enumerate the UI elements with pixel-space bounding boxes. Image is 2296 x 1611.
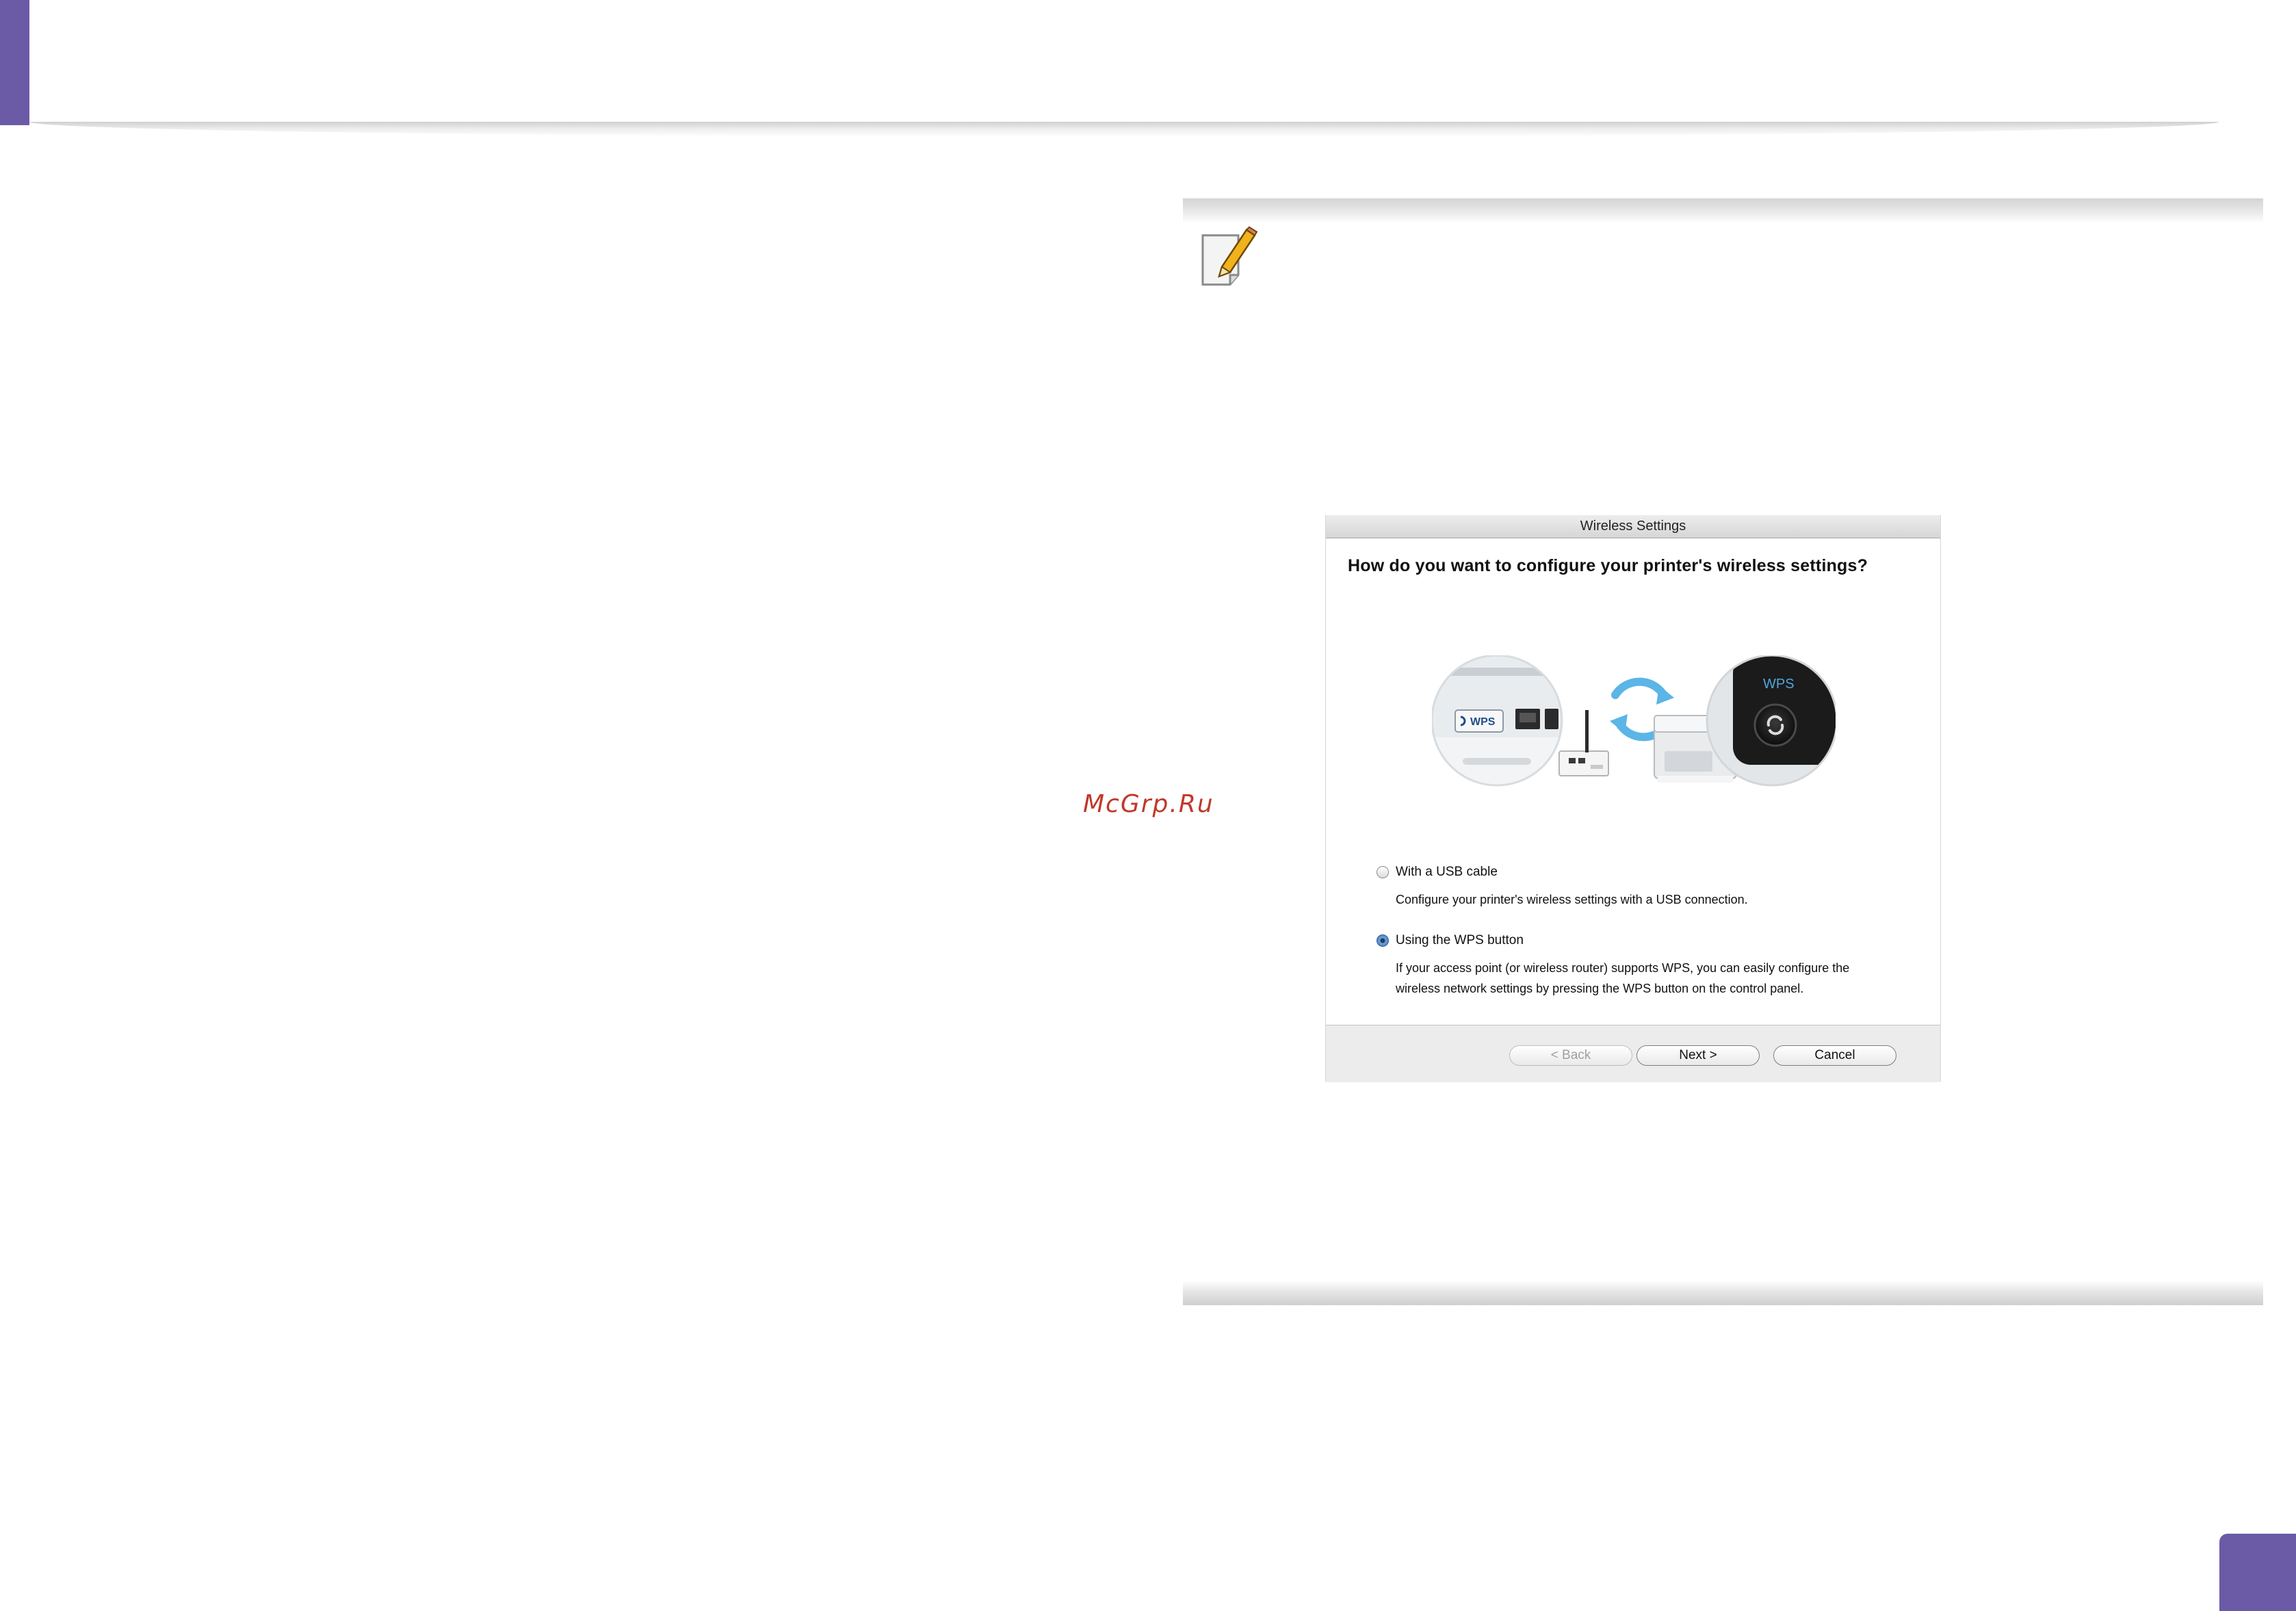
note-top-bar: [1183, 198, 2263, 223]
header-accent-bar: [0, 0, 29, 125]
note-bottom-bar: [1183, 1281, 2263, 1305]
wps-button-radio[interactable]: [1377, 934, 1389, 947]
wps-button-description: If your access point (or wireless router…: [1396, 961, 1850, 995]
cancel-button[interactable]: Cancel: [1773, 1045, 1896, 1066]
back-button[interactable]: < Back: [1509, 1045, 1632, 1066]
wireless-settings-dialog: Wireless Settings How do you want to con…: [1325, 515, 1941, 1082]
page-number-tab: [2219, 1534, 2296, 1611]
wps-button-label: Using the WPS button: [1396, 933, 1524, 947]
next-button[interactable]: Next >: [1636, 1045, 1760, 1066]
usb-cable-label: With a USB cable: [1396, 865, 1498, 879]
panel-wps-label: WPS: [1763, 677, 1795, 692]
manual-page: McGrp.Ru Wireless Settings How do you wa…: [0, 0, 2296, 1611]
wps-illustration: WPS WPS: [1432, 655, 1836, 787]
note-pencil-icon: [1201, 226, 1258, 286]
dialog-title: Wireless Settings: [1326, 515, 1940, 538]
header-divider: [29, 122, 2219, 137]
dialog-question: How do you want to configure your printe…: [1348, 556, 1868, 575]
watermark-text: McGrp.Ru: [1083, 790, 1214, 818]
usb-cable-radio[interactable]: [1377, 866, 1389, 878]
router-icon: [1558, 710, 1609, 776]
router-wps-label: WPS: [1470, 716, 1496, 728]
usb-cable-description: Configure your printer's wireless settin…: [1396, 893, 1748, 906]
